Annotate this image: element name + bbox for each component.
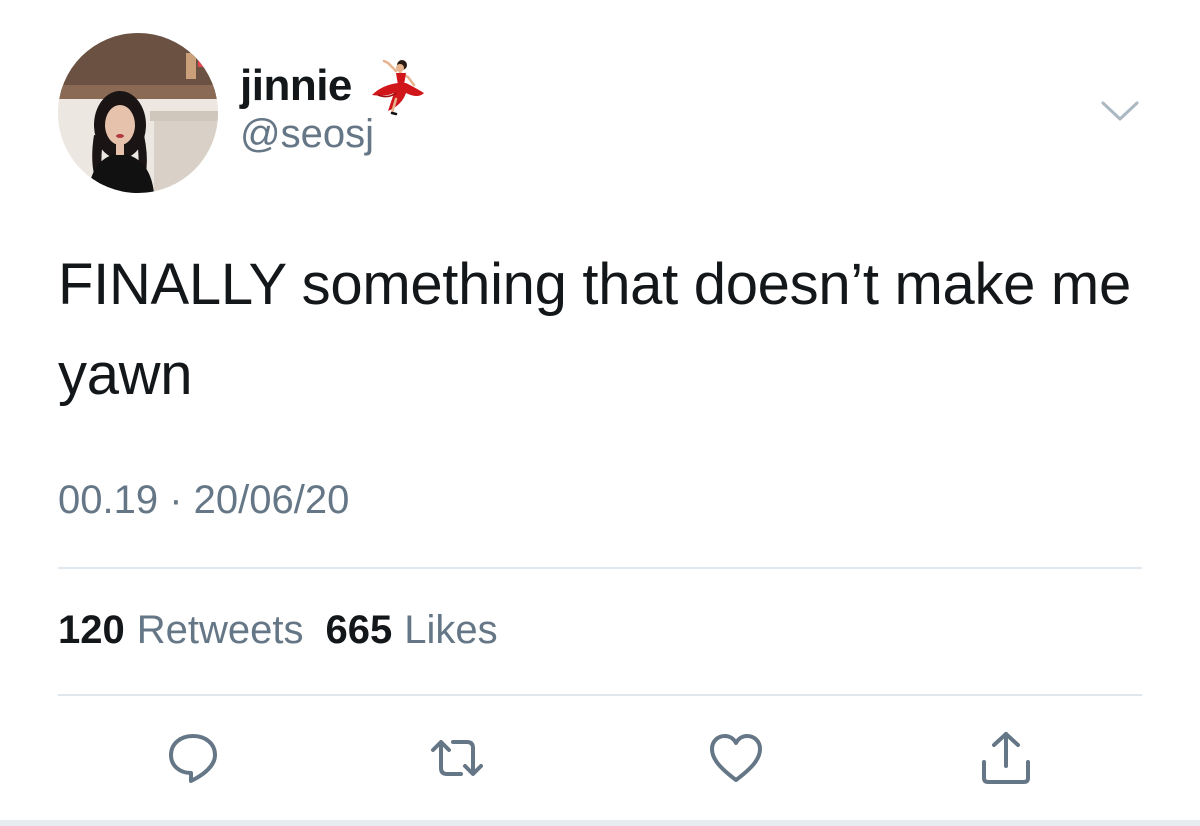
tweet-timestamp[interactable]: 00.19 · 20/06/20 xyxy=(58,478,349,523)
likes-count[interactable]: 665 xyxy=(326,608,393,653)
chevron-down-icon[interactable] xyxy=(1098,96,1142,126)
tweet-text: FINALLY something that doesn’t make me y… xyxy=(58,252,1131,407)
avatar[interactable] xyxy=(58,33,218,193)
like-button[interactable] xyxy=(704,726,768,790)
share-button[interactable] xyxy=(974,726,1038,790)
retweet-icon xyxy=(431,740,483,776)
reply-button[interactable] xyxy=(161,726,225,790)
heart-icon xyxy=(710,734,762,782)
likes-label[interactable]: Likes xyxy=(404,608,497,653)
divider xyxy=(58,567,1142,569)
dancer-icon xyxy=(366,55,428,117)
retweet-button[interactable] xyxy=(425,726,489,790)
retweets-label[interactable]: Retweets xyxy=(137,608,304,653)
tweet-stats: 120 Retweets 665 Likes xyxy=(58,608,520,653)
bottom-edge xyxy=(0,820,1200,826)
author-handle[interactable]: @seosj xyxy=(240,112,374,157)
reply-icon xyxy=(169,734,217,783)
display-name[interactable]: jinnie xyxy=(240,61,352,111)
action-bar xyxy=(0,726,1200,796)
retweets-count[interactable]: 120 xyxy=(58,608,125,653)
share-icon xyxy=(982,732,1030,784)
author-row: jinnie xyxy=(240,55,428,117)
avatar-photo xyxy=(58,33,218,193)
divider xyxy=(58,694,1142,696)
tweet-detail: jinnie @seosj FINALLY something that doe… xyxy=(0,0,1200,826)
